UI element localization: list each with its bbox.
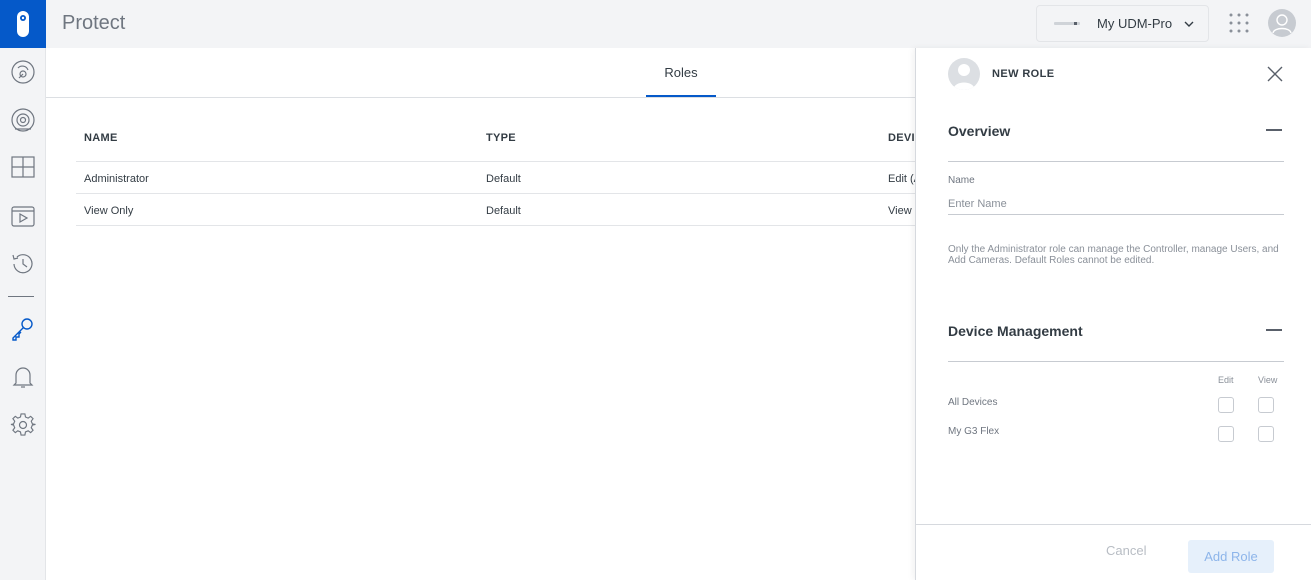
sidebar-item-notifications[interactable] bbox=[0, 357, 46, 397]
sidebar-item-multiview[interactable] bbox=[0, 147, 46, 187]
top-header: Protect My UDM-Pro bbox=[46, 0, 1311, 48]
sidebar-item-settings[interactable] bbox=[0, 405, 46, 445]
new-role-panel: NEW ROLE Overview Name Only the Administ… bbox=[915, 48, 1311, 580]
cancel-button[interactable]: Cancel bbox=[1106, 543, 1146, 558]
overview-help-text: Only the Administrator role can manage t… bbox=[948, 244, 1279, 266]
view-column-header: View bbox=[1258, 375, 1278, 385]
chevron-down-icon bbox=[1184, 21, 1194, 27]
key-icon bbox=[12, 318, 33, 341]
all-devices-edit-checkbox[interactable] bbox=[1218, 397, 1234, 413]
udm-device-icon bbox=[1054, 22, 1080, 25]
grid-icon bbox=[11, 156, 35, 178]
section-divider bbox=[948, 361, 1284, 362]
app-title: Protect bbox=[62, 12, 126, 34]
tab-roles[interactable]: Roles bbox=[646, 48, 716, 98]
camera-icon bbox=[11, 108, 35, 132]
user-icon bbox=[1272, 14, 1292, 34]
column-header-type[interactable]: TYPE bbox=[486, 132, 516, 144]
video-icon bbox=[11, 206, 35, 227]
role-avatar bbox=[948, 58, 980, 90]
column-header-name[interactable]: NAME bbox=[84, 132, 118, 144]
sidebar bbox=[0, 0, 46, 580]
column-header-devices[interactable]: DEVI bbox=[888, 132, 915, 144]
sidebar-item-live-view[interactable] bbox=[0, 52, 46, 92]
all-devices-view-checkbox[interactable] bbox=[1258, 397, 1274, 413]
bell-icon bbox=[12, 367, 34, 388]
live-view-icon bbox=[11, 60, 35, 84]
apps-grid-icon[interactable] bbox=[1228, 12, 1250, 34]
sidebar-divider bbox=[8, 296, 34, 297]
history-icon bbox=[12, 254, 33, 274]
sidebar-item-cameras[interactable] bbox=[0, 100, 46, 140]
add-role-button[interactable]: Add Role bbox=[1188, 540, 1274, 573]
sidebar-item-history[interactable] bbox=[0, 244, 46, 284]
role-name-input[interactable] bbox=[948, 193, 1284, 215]
user-avatar[interactable] bbox=[1268, 9, 1296, 37]
role-devices: View bbox=[888, 205, 912, 217]
device-label-all-devices: All Devices bbox=[948, 397, 998, 408]
device-label-g3-flex: My G3 Flex bbox=[948, 426, 1000, 437]
device-selector[interactable]: My UDM-Pro bbox=[1036, 5, 1209, 42]
active-tab-indicator bbox=[646, 95, 716, 97]
overview-section-title: Overview bbox=[948, 123, 1011, 139]
app-logo[interactable] bbox=[0, 0, 46, 48]
panel-footer: Cancel Add Role bbox=[916, 524, 1311, 580]
protect-logo-icon bbox=[17, 11, 29, 37]
section-divider bbox=[948, 161, 1284, 162]
sidebar-item-timelapse[interactable] bbox=[0, 196, 46, 236]
table-header: NAME TYPE DEVI bbox=[76, 118, 915, 162]
device-management-section-title: Device Management bbox=[948, 323, 1083, 339]
close-icon[interactable] bbox=[1266, 65, 1284, 83]
role-type: Default bbox=[486, 173, 521, 185]
table-row[interactable]: Administrator Default Edit (A bbox=[76, 162, 921, 194]
g3-flex-edit-checkbox[interactable] bbox=[1218, 426, 1234, 442]
device-management-collapse-button[interactable] bbox=[1266, 325, 1284, 335]
table-row[interactable]: View Only Default View bbox=[76, 194, 915, 226]
tab-bar: Roles bbox=[46, 48, 915, 98]
user-icon bbox=[953, 64, 975, 90]
device-name: My UDM-Pro bbox=[1097, 16, 1173, 31]
role-type: Default bbox=[486, 205, 521, 217]
gear-icon bbox=[10, 413, 36, 436]
roles-table: NAME TYPE DEVI Administrator Default Edi… bbox=[76, 118, 921, 226]
panel-title: NEW ROLE bbox=[992, 68, 1055, 80]
overview-collapse-button[interactable] bbox=[1266, 125, 1284, 135]
role-name: View Only bbox=[84, 205, 134, 217]
name-field-label: Name bbox=[948, 175, 975, 186]
edit-column-header: Edit bbox=[1218, 375, 1234, 385]
role-name: Administrator bbox=[84, 173, 149, 185]
main-content: Roles NAME TYPE DEVI Administrator Defau… bbox=[46, 48, 921, 580]
g3-flex-view-checkbox[interactable] bbox=[1258, 426, 1274, 442]
sidebar-item-users[interactable] bbox=[0, 309, 46, 349]
